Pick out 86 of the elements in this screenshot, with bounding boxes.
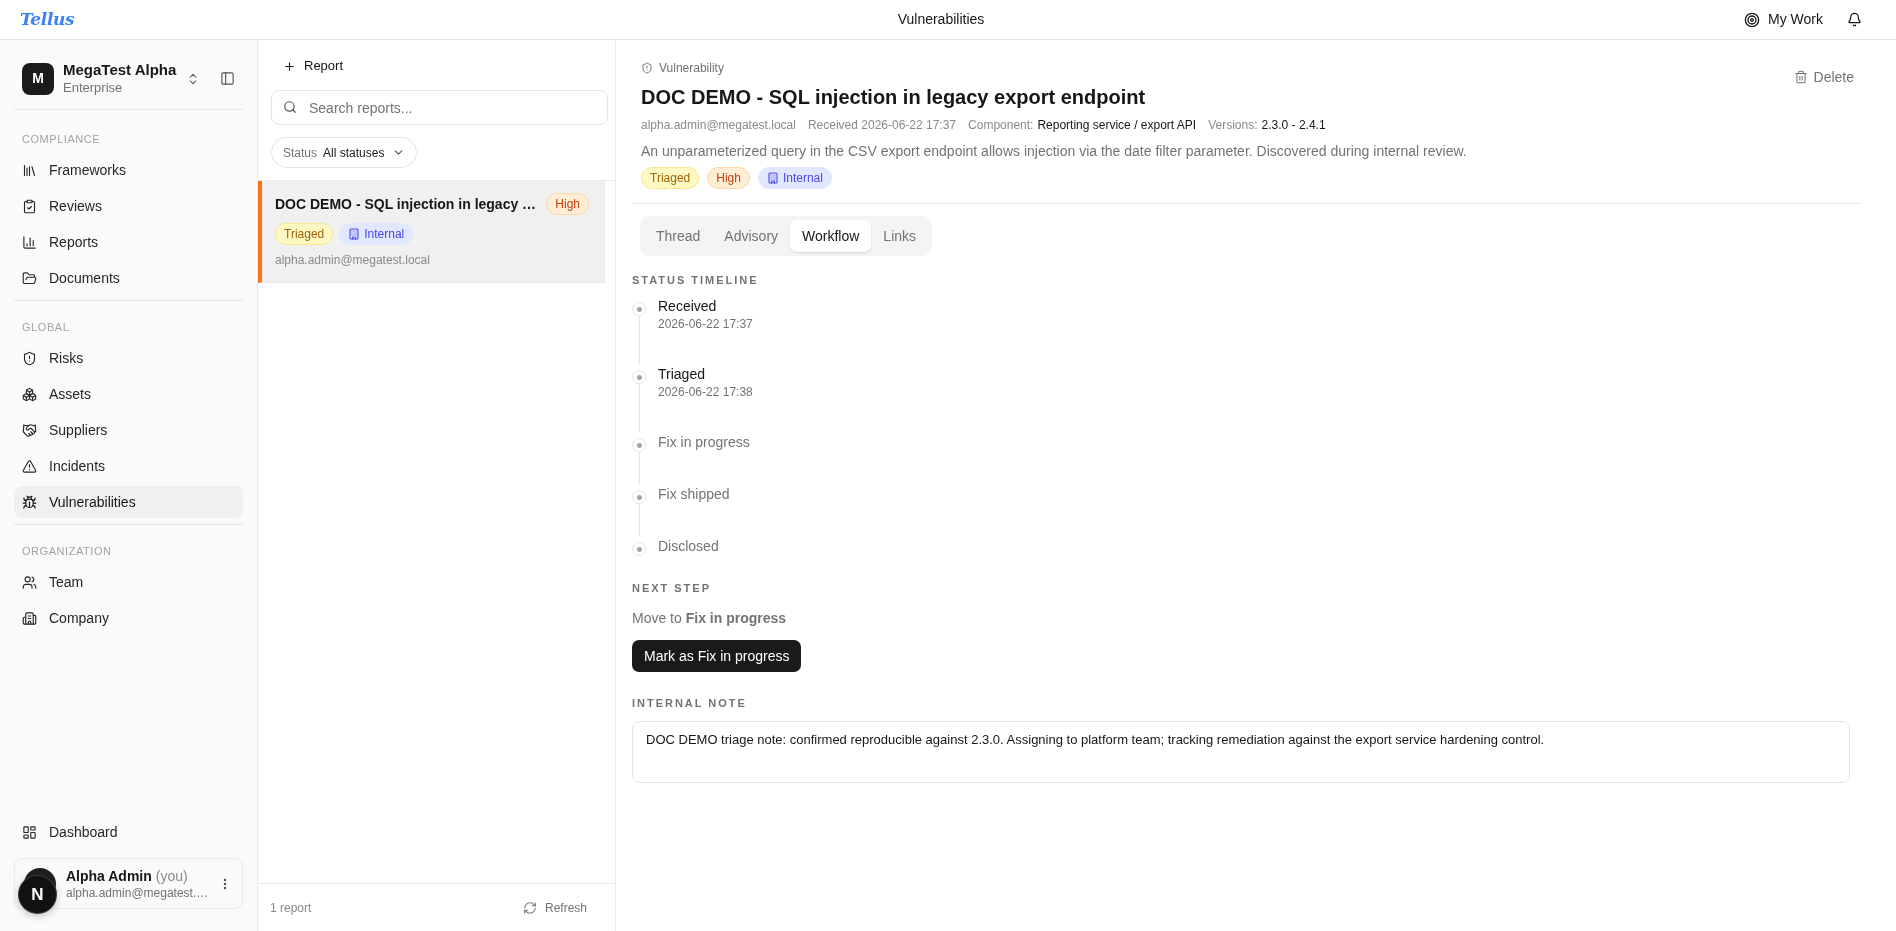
clipboard-check-icon bbox=[22, 198, 37, 214]
tab[interactable]: Thread bbox=[644, 220, 713, 252]
visibility-label: Internal bbox=[364, 228, 405, 240]
plus-icon bbox=[283, 59, 296, 73]
nav-item[interactable]: Reports bbox=[14, 226, 243, 258]
workspace-plan: Enterprise bbox=[63, 79, 124, 96]
nav-item[interactable]: Dashboard bbox=[14, 816, 243, 848]
nav-item[interactable]: Suppliers bbox=[14, 414, 243, 446]
building-icon bbox=[766, 172, 779, 184]
meta-label: Component: bbox=[968, 117, 1034, 133]
meta-text: alpha.admin@megatest.local bbox=[641, 117, 796, 133]
description: An unparameterized query in the CSV export endpoint allows injection via the date filter parameter. Discovered during internal review. bbox=[641, 142, 1468, 161]
nav-item[interactable]: Frameworks bbox=[14, 154, 243, 186]
step-title: Fix in progress bbox=[658, 433, 750, 452]
tab[interactable]: Advisory bbox=[712, 220, 791, 252]
status-badge: Triaged bbox=[275, 223, 334, 245]
vulnerability-title: DOC DEMO - SQL injection in legacy export endpoint bbox=[641, 85, 1147, 110]
warning-icon bbox=[22, 458, 37, 474]
users-icon bbox=[22, 574, 37, 590]
nav-item[interactable]: Incidents bbox=[14, 450, 243, 482]
severity-badge: High bbox=[707, 167, 750, 189]
boxes-icon bbox=[22, 386, 37, 402]
step-title: Fix shipped bbox=[658, 485, 730, 504]
library-icon bbox=[22, 162, 37, 178]
step-time: 2026-06-22 17:37 bbox=[658, 316, 753, 332]
meta-label: Versions: bbox=[1208, 117, 1258, 133]
page-title: Vulnerabilities bbox=[897, 10, 985, 29]
user-name: Alpha Admin bbox=[66, 866, 152, 885]
report-reporter: alpha.admin@megatest.local bbox=[275, 252, 431, 268]
new-report-button[interactable]: Report bbox=[273, 50, 354, 82]
folder-icon bbox=[22, 270, 37, 286]
step-time: 2026-06-22 17:38 bbox=[658, 384, 753, 400]
refresh-icon bbox=[522, 900, 537, 915]
meta-value: Reporting service / export API bbox=[1037, 117, 1197, 133]
visibility-label: Internal bbox=[782, 172, 823, 184]
building-icon bbox=[348, 228, 361, 240]
shield-alert-icon bbox=[641, 62, 653, 74]
tab[interactable]: Workflow bbox=[790, 220, 872, 252]
section-heading: INTERNAL NOTE bbox=[632, 696, 748, 711]
logo[interactable]: Tellus bbox=[20, 6, 75, 33]
search-icon bbox=[283, 100, 297, 114]
building-icon bbox=[22, 610, 37, 626]
section-label: GLOBAL bbox=[22, 320, 71, 335]
report-list-item[interactable]: DOC DEMO - SQL injection in legacy … High Triaged Internal alpha.admin@megatest.local bbox=[258, 181, 605, 283]
tab[interactable]: Links bbox=[871, 220, 929, 252]
nav-item[interactable]: Documents bbox=[14, 262, 243, 294]
panel-left-icon[interactable] bbox=[220, 71, 235, 86]
status-badge: Triaged bbox=[641, 167, 700, 189]
nav-item[interactable]: Team bbox=[14, 566, 243, 598]
nav-item[interactable]: Assets bbox=[14, 378, 243, 410]
nav-item[interactable]: Reviews bbox=[14, 190, 243, 222]
step-title: Received bbox=[658, 297, 718, 316]
nav-item[interactable]: Vulnerabilities bbox=[14, 486, 243, 518]
shield-alert-icon bbox=[22, 350, 37, 366]
user-you-label: (you) bbox=[155, 866, 188, 885]
report-title: DOC DEMO - SQL injection in legacy … bbox=[275, 194, 538, 214]
trash-icon bbox=[1793, 70, 1808, 84]
workspace-avatar: M bbox=[22, 62, 54, 95]
meta-text: Received 2026-06-22 17:37 bbox=[807, 117, 957, 133]
search-field[interactable]: Search reports... bbox=[271, 90, 608, 125]
delete-button[interactable]: Delete bbox=[1793, 65, 1854, 89]
my-work-button[interactable]: My Work bbox=[1744, 9, 1823, 30]
user-email: alpha.admin@megatest.… bbox=[66, 884, 210, 901]
severity-badge: High bbox=[546, 193, 589, 215]
nav-item[interactable]: Risks bbox=[14, 342, 243, 374]
target-icon bbox=[1744, 11, 1761, 28]
section-heading: NEXT STEP bbox=[632, 581, 712, 596]
note-field[interactable]: DOC DEMO triage note: confirmed reproducible against 2.3.0. Assigning to platform team; tracking remediation against the export service hardening control. bbox=[632, 721, 1850, 783]
mark-status-button[interactable]: Mark as Fix in progress bbox=[632, 640, 802, 672]
meta-value: 2.3.0 - 2.4.1 bbox=[1261, 117, 1326, 133]
eyebrow-label: Vulnerability bbox=[659, 60, 724, 76]
handshake-icon bbox=[22, 422, 37, 438]
bar-chart-icon bbox=[22, 234, 37, 250]
next-step-text: Move to Fix in progress bbox=[632, 609, 788, 628]
section-label: COMPLIANCE bbox=[22, 132, 102, 147]
section-heading: STATUS TIMELINE bbox=[632, 273, 760, 288]
workspace-name: MegaTest Alpha bbox=[63, 61, 178, 79]
dashboard-icon bbox=[22, 824, 37, 840]
section-label: ORGANIZATION bbox=[22, 544, 113, 559]
report-count: 1 report bbox=[270, 899, 312, 917]
bug-icon bbox=[22, 494, 37, 510]
refresh-button[interactable]: Refresh bbox=[522, 898, 587, 917]
step-title: Disclosed bbox=[658, 537, 719, 556]
step-title: Triaged bbox=[658, 365, 706, 384]
nav-item[interactable]: Company bbox=[14, 602, 243, 634]
bell-icon[interactable] bbox=[1847, 12, 1862, 27]
